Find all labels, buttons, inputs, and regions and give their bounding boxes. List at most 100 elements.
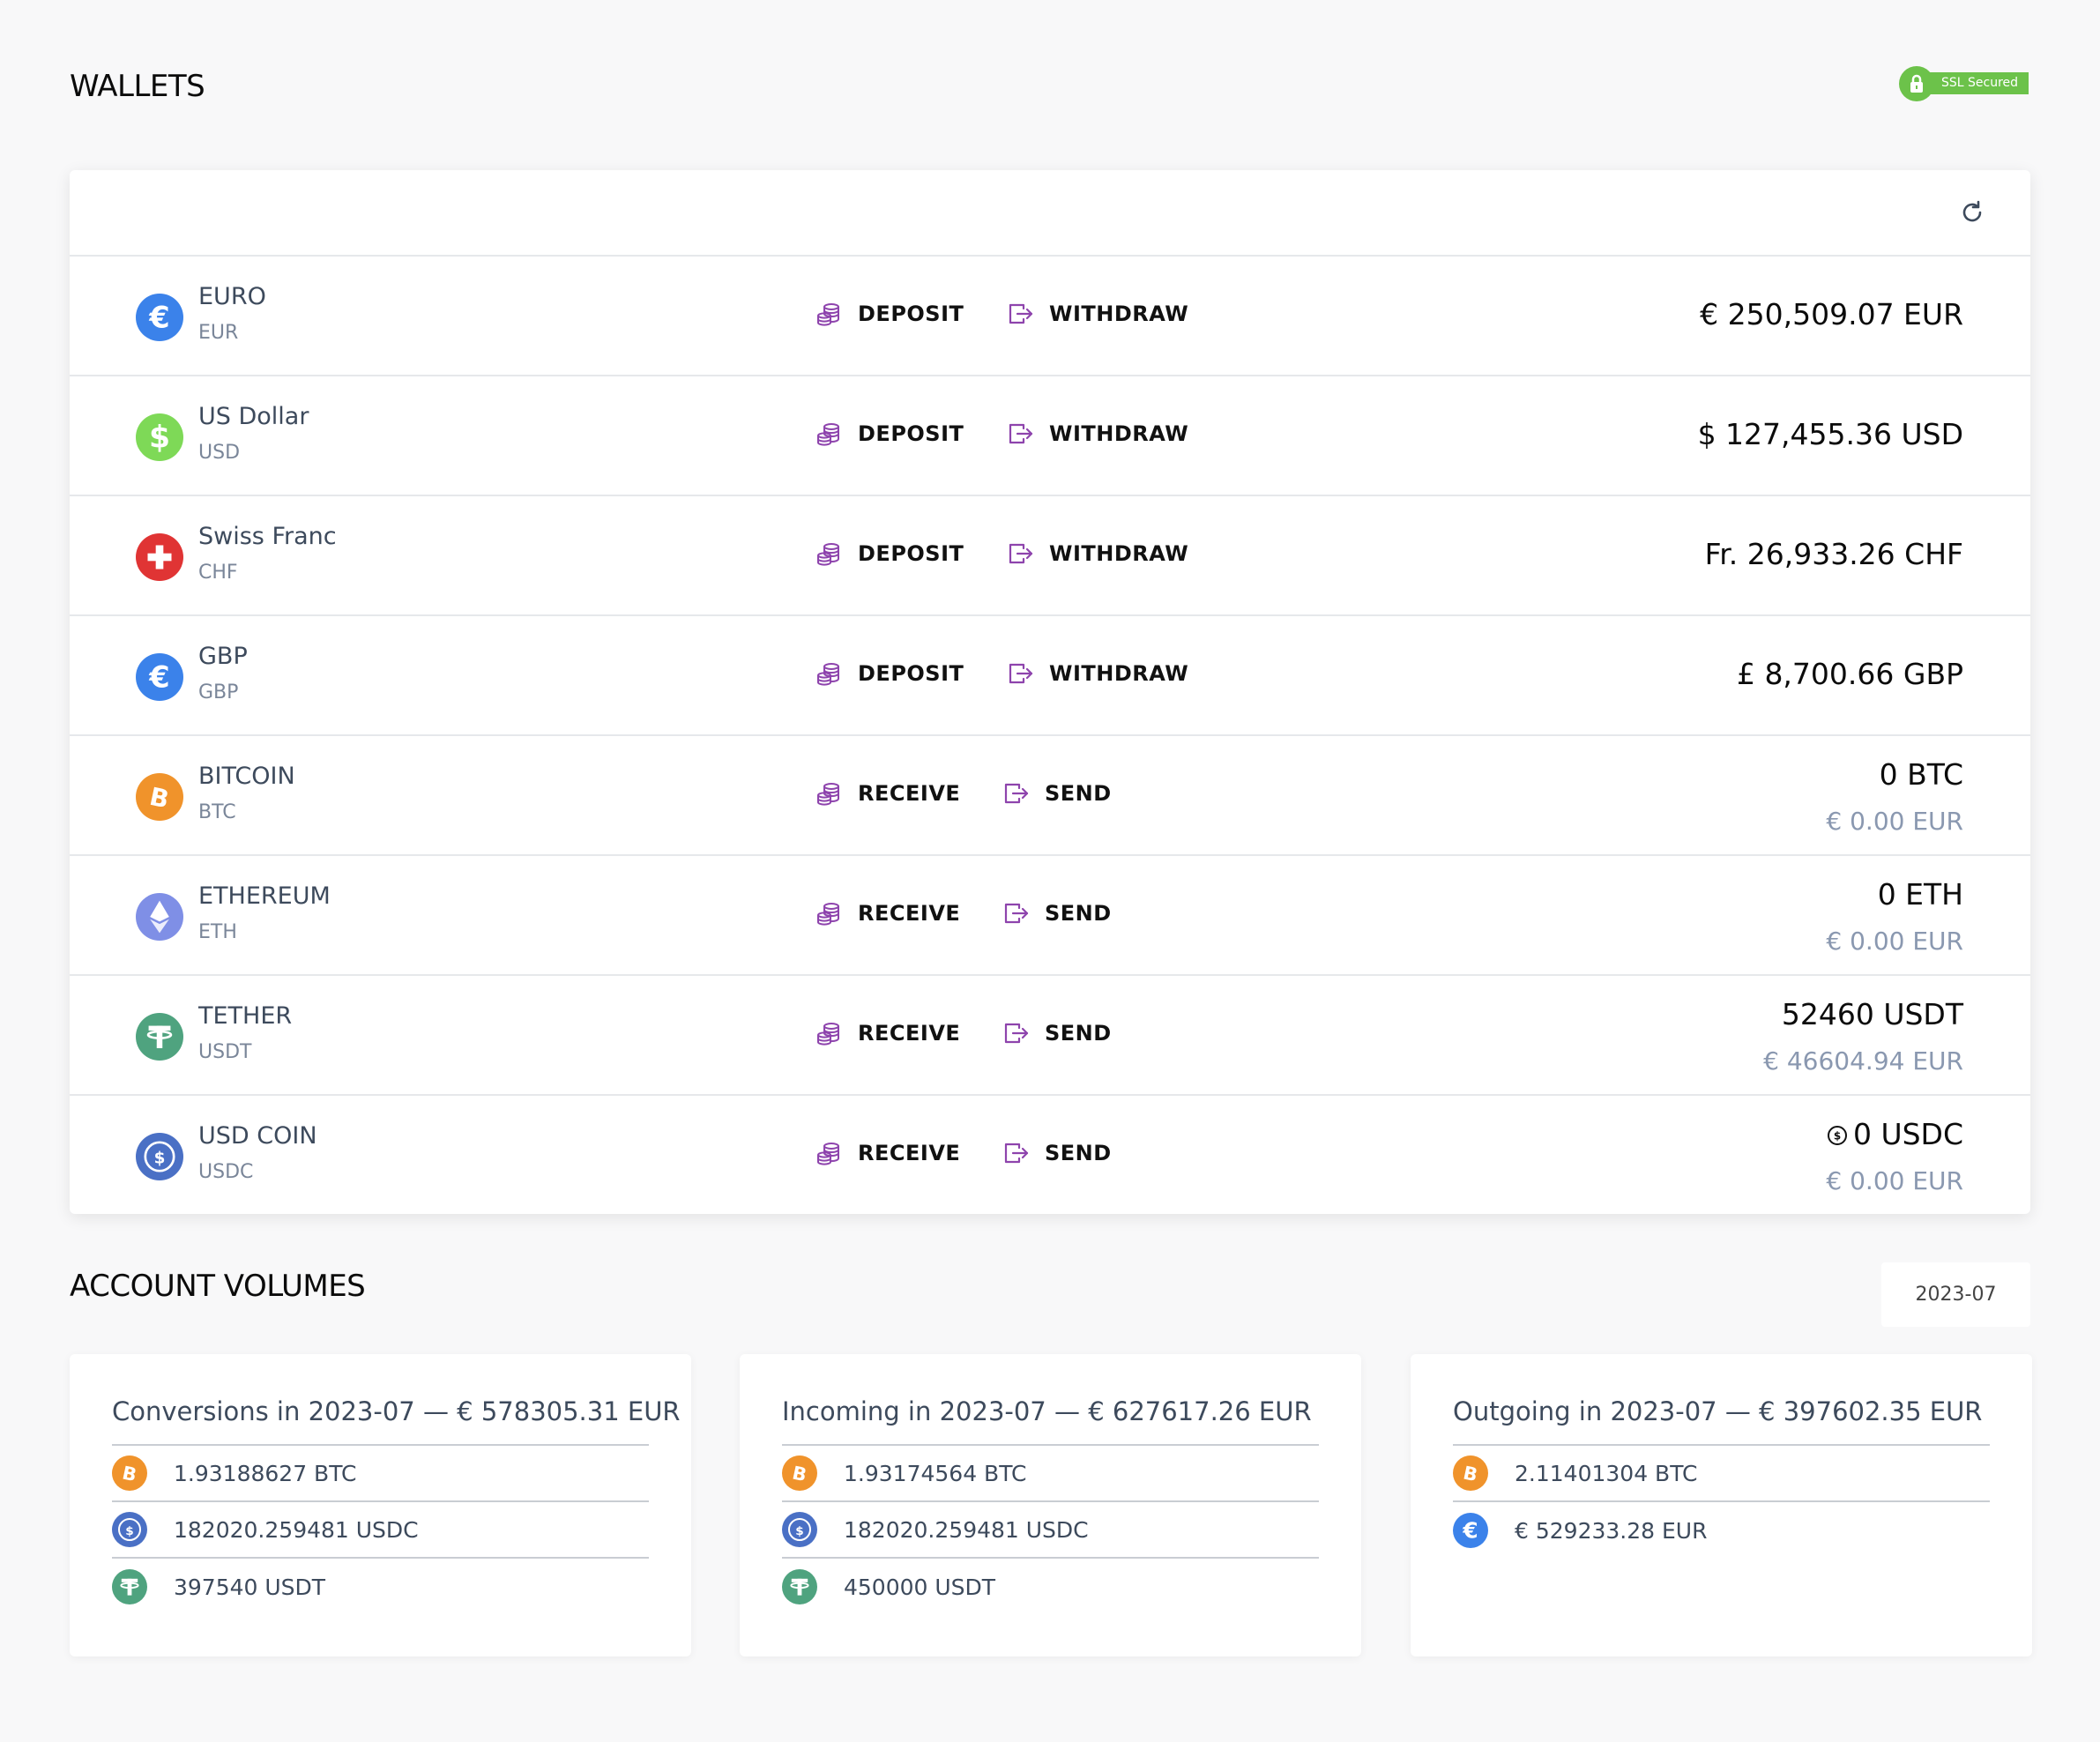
action-label: DEPOSIT bbox=[858, 302, 964, 326]
volume-list: B 2.11401304 BTC € € 529233.28 EUR bbox=[1453, 1444, 1990, 1559]
action-label: DEPOSIT bbox=[858, 541, 964, 566]
svg-text:$: $ bbox=[1834, 1130, 1841, 1143]
wallet-balance: 52460 USDT bbox=[1782, 997, 1963, 1031]
usdc-icon: $ bbox=[112, 1512, 147, 1547]
volume-card-title: Outgoing in 2023-07 — € 397602.35 EUR bbox=[1453, 1396, 1983, 1426]
volume-value: 182020.259481 USDC bbox=[174, 1516, 419, 1543]
volume-list: B 1.93188627 BTC $ 182020.259481 USDC 39… bbox=[112, 1444, 649, 1615]
wallet-row-chf[interactable]: Swiss Franc CHF DEPOSIT WITHDRAW Fr. 26,… bbox=[70, 496, 2030, 616]
account-volumes-title: ACCOUNT VOLUMES bbox=[70, 1269, 366, 1304]
usdc-icon: $ bbox=[136, 1133, 183, 1180]
volume-value: 1.93174564 BTC bbox=[844, 1460, 1027, 1486]
wallet-row-usdt[interactable]: TETHER USDT RECEIVE SEND 52460 USDT € 46… bbox=[70, 976, 2030, 1096]
exit-icon bbox=[1007, 301, 1033, 327]
wallet-name: GBP bbox=[198, 643, 248, 670]
bitcoin-icon: B bbox=[782, 1455, 817, 1491]
coins-icon bbox=[815, 900, 842, 927]
svg-text:€: € bbox=[148, 660, 169, 695]
wallet-name: EURO bbox=[198, 283, 266, 310]
wallets-title: WALLETS bbox=[70, 69, 205, 104]
euro-icon: € bbox=[136, 294, 183, 341]
coins-icon bbox=[815, 780, 842, 807]
send-button[interactable]: SEND bbox=[1002, 780, 1112, 807]
balance-value: $ 127,455.36 USD bbox=[1697, 417, 1963, 451]
action-label: DEPOSIT bbox=[858, 661, 964, 686]
coins-icon bbox=[815, 1140, 842, 1166]
coins-icon bbox=[815, 301, 842, 327]
wallet-balance: Fr. 26,933.26 CHF bbox=[1705, 537, 1963, 571]
volume-value: 450000 USDT bbox=[844, 1574, 996, 1600]
wallet-code: EUR bbox=[198, 322, 239, 344]
receive-button[interactable]: RECEIVE bbox=[815, 780, 960, 807]
ethereum-icon bbox=[136, 893, 183, 941]
wallet-code: CHF bbox=[198, 562, 238, 584]
wallet-balance: £ 8,700.66 GBP bbox=[1737, 657, 1963, 691]
exit-icon bbox=[1002, 1140, 1029, 1166]
wallet-code: GBP bbox=[198, 681, 239, 704]
exit-icon bbox=[1002, 900, 1029, 927]
deposit-button[interactable]: DEPOSIT bbox=[815, 660, 964, 687]
receive-button[interactable]: RECEIVE bbox=[815, 1020, 960, 1046]
send-button[interactable]: SEND bbox=[1002, 1140, 1112, 1166]
wallet-name: Swiss Franc bbox=[198, 523, 337, 550]
wallet-row-gbp[interactable]: € GBP GBP DEPOSIT WITHDRAW £ 8,700.66 GB… bbox=[70, 616, 2030, 736]
wallet-code: ETH bbox=[198, 921, 237, 943]
volume-item: B 2.11401304 BTC bbox=[1453, 1446, 1990, 1502]
withdraw-button[interactable]: WITHDRAW bbox=[1007, 301, 1188, 327]
volume-item: $ 182020.259481 USDC bbox=[112, 1502, 649, 1559]
volume-item: € € 529233.28 EUR bbox=[1453, 1502, 1990, 1559]
withdraw-button[interactable]: WITHDRAW bbox=[1007, 660, 1188, 687]
volume-card: Incoming in 2023-07 — € 627617.26 EUR B … bbox=[740, 1354, 1361, 1656]
refresh-button[interactable] bbox=[1956, 197, 1988, 228]
wallet-row-usdc[interactable]: $ USD COIN USDC RECEIVE SEND $0 USDC € 0… bbox=[70, 1096, 2030, 1214]
volume-value: 397540 USDT bbox=[174, 1574, 326, 1600]
wallet-row-eth[interactable]: ETHEREUM ETH RECEIVE SEND 0 ETH € 0.00 E… bbox=[70, 856, 2030, 976]
exit-icon bbox=[1007, 421, 1033, 447]
swiss-cross-icon bbox=[136, 533, 183, 581]
euro-icon: € bbox=[1453, 1513, 1488, 1548]
wallet-name: BITCOIN bbox=[198, 763, 295, 790]
deposit-button[interactable]: DEPOSIT bbox=[815, 301, 964, 327]
volume-card: Conversions in 2023-07 — € 578305.31 EUR… bbox=[70, 1354, 691, 1656]
volume-value: 182020.259481 USDC bbox=[844, 1516, 1089, 1543]
svg-text:$: $ bbox=[149, 421, 170, 456]
action-label: SEND bbox=[1045, 1141, 1112, 1165]
deposit-button[interactable]: DEPOSIT bbox=[815, 421, 964, 447]
period-selector[interactable]: 2023-07 bbox=[1881, 1262, 2030, 1327]
send-button[interactable]: SEND bbox=[1002, 1020, 1112, 1046]
send-button[interactable]: SEND bbox=[1002, 900, 1112, 927]
action-label: SEND bbox=[1045, 781, 1112, 806]
receive-button[interactable]: RECEIVE bbox=[815, 900, 960, 927]
action-label: DEPOSIT bbox=[858, 421, 964, 446]
wallet-balance: $ 127,455.36 USD bbox=[1698, 417, 1963, 451]
deposit-button[interactable]: DEPOSIT bbox=[815, 540, 964, 567]
wallet-row-eur[interactable]: € EURO EUR DEPOSIT WITHDRAW € 250,509.07… bbox=[70, 257, 2030, 376]
svg-text:$: $ bbox=[795, 1524, 803, 1538]
svg-text:€: € bbox=[148, 301, 169, 335]
balance-value: Fr. 26,933.26 CHF bbox=[1704, 537, 1963, 571]
action-label: RECEIVE bbox=[858, 1021, 961, 1046]
withdraw-button[interactable]: WITHDRAW bbox=[1007, 540, 1188, 567]
euro-icon: € bbox=[136, 653, 183, 701]
coins-icon bbox=[815, 660, 842, 687]
receive-button[interactable]: RECEIVE bbox=[815, 1140, 960, 1166]
ssl-label: SSL Secured bbox=[1924, 72, 2029, 94]
usdc-icon: $ bbox=[782, 1512, 817, 1547]
action-label: RECEIVE bbox=[858, 901, 961, 926]
withdraw-button[interactable]: WITHDRAW bbox=[1007, 421, 1188, 447]
wallet-row-usd[interactable]: $ US Dollar USD DEPOSIT WITHDRAW $ 127,4… bbox=[70, 376, 2030, 496]
wallet-balance-eur: € 0.00 EUR bbox=[1826, 1166, 1963, 1195]
svg-text:$: $ bbox=[125, 1524, 133, 1538]
dollar-icon: $ bbox=[136, 413, 183, 461]
wallet-balance-eur: € 0.00 EUR bbox=[1826, 927, 1963, 956]
tether-icon bbox=[112, 1569, 147, 1604]
wallet-balance: 0 BTC bbox=[1880, 757, 1963, 792]
wallet-row-btc[interactable]: B BITCOIN BTC RECEIVE SEND 0 BTC € 0.00 … bbox=[70, 736, 2030, 856]
volume-card: Outgoing in 2023-07 — € 397602.35 EUR B … bbox=[1411, 1354, 2032, 1656]
balance-value: 0 USDC bbox=[1852, 1117, 1963, 1151]
svg-text:$: $ bbox=[154, 1150, 166, 1168]
action-label: WITHDRAW bbox=[1049, 421, 1189, 446]
page: WALLETS SSL Secured € EURO EUR DEPOSIT W… bbox=[0, 0, 2100, 1742]
wallet-balance: $0 USDC bbox=[1827, 1117, 1963, 1153]
volume-item: 397540 USDT bbox=[112, 1559, 649, 1615]
